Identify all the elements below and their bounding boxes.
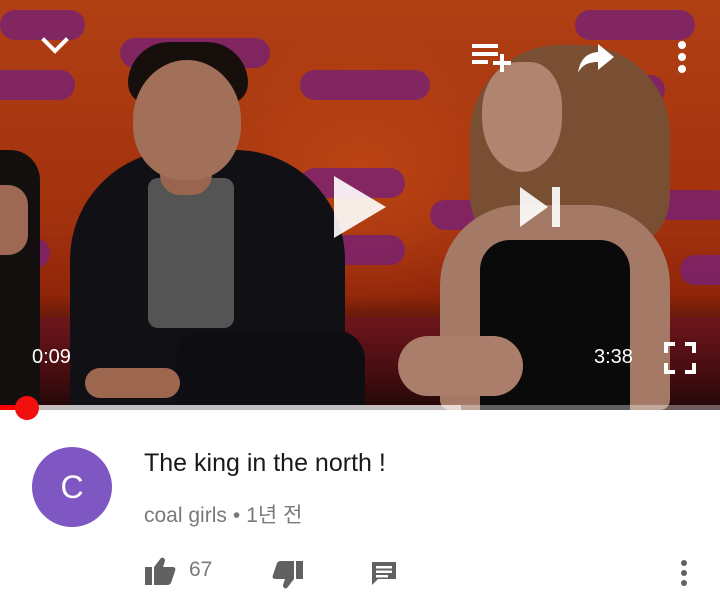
buffered-fill (0, 405, 461, 410)
play-icon[interactable] (330, 172, 390, 247)
chevron-down-icon[interactable] (40, 34, 70, 63)
video-duration: 3:38 (594, 346, 633, 368)
playlist-add-icon[interactable] (470, 40, 514, 79)
more-vertical-icon[interactable] (676, 40, 688, 81)
comment-time: 1년 전 (246, 504, 303, 527)
share-icon[interactable] (576, 40, 616, 81)
comment-icon[interactable] (370, 560, 398, 593)
comment-more-icon[interactable] (678, 558, 690, 593)
like-count: 67 (189, 558, 213, 581)
comment-text: The king in the north ! (144, 449, 386, 477)
meta-separator: • (232, 504, 241, 527)
comment-author[interactable]: coal girls (144, 504, 227, 527)
thumbs-up-icon[interactable] (144, 556, 176, 591)
scrubber-handle[interactable] (15, 396, 39, 420)
comment-meta: coal girls • 1년 전 (144, 499, 302, 529)
skip-next-icon[interactable] (518, 185, 564, 234)
thumbs-down-icon[interactable] (272, 560, 304, 595)
avatar[interactable]: C (32, 447, 112, 527)
video-player[interactable]: 0:09 3:38 (0, 0, 720, 410)
progress-bar[interactable] (0, 405, 720, 410)
avatar-letter: C (60, 468, 84, 505)
current-time: 0:09 (32, 346, 71, 368)
fullscreen-icon[interactable] (664, 342, 696, 379)
